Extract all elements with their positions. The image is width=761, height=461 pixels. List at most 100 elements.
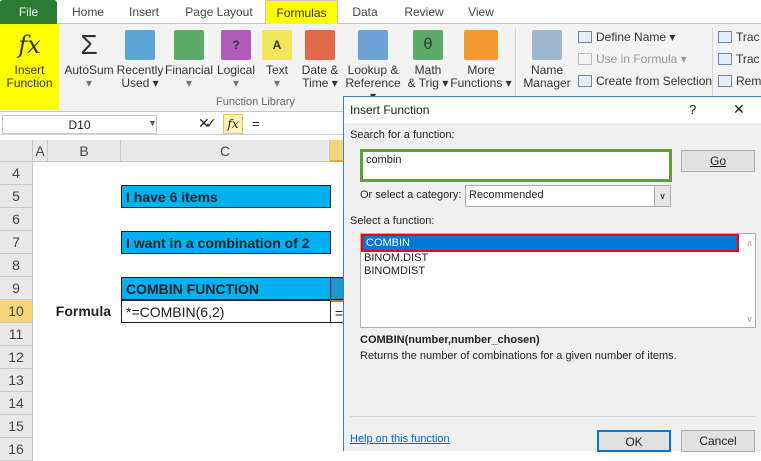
close-icon[interactable]: ✕ — [733, 101, 745, 118]
divider — [712, 28, 713, 104]
create-from-selection-button[interactable]: Create from Selection — [578, 74, 712, 88]
cell-c9[interactable]: COMBIN FUNCTION — [121, 277, 331, 300]
tab-formulas[interactable]: Formulas — [265, 0, 338, 25]
label: Rem — [736, 74, 761, 88]
define-name-button[interactable]: Define Name ▾ — [578, 30, 675, 44]
column-header-c[interactable]: C — [121, 140, 330, 162]
tab-review[interactable]: Review — [398, 0, 450, 24]
math-trig-button[interactable]: θ Math & Trig ▾ — [406, 24, 450, 104]
lookup-book-icon — [358, 30, 388, 60]
column-header-b[interactable]: B — [48, 140, 121, 162]
row-header-11[interactable]: 11 — [0, 323, 33, 346]
scroll-up-icon[interactable]: ∧ — [746, 238, 753, 249]
label: ▾ — [273, 76, 281, 90]
group-label-function-library: Function Library — [216, 96, 295, 108]
formula-bar: D10 ▼ ✕ ✓ fx = — [0, 113, 345, 135]
autosum-button[interactable]: Σ AutoSum ▾ — [64, 24, 114, 104]
label: Use in Formula ▾ — [596, 52, 687, 66]
cell-b10[interactable]: Formula — [48, 300, 121, 323]
label: Time ▾ — [302, 76, 338, 90]
row-header-5[interactable]: 5 — [0, 185, 33, 208]
tab-view[interactable]: View — [458, 0, 504, 24]
date-time-button[interactable]: Date & Time ▾ — [298, 24, 342, 104]
trace-dependents-button[interactable]: Trac — [718, 52, 760, 66]
use-in-formula-button[interactable]: Use in Formula ▾ — [578, 52, 687, 66]
formula-input[interactable]: = — [252, 116, 260, 131]
category-label: Or select a category: — [360, 189, 462, 201]
cell-c7[interactable]: I want in a combination of 2 — [121, 231, 331, 254]
list-item-selected[interactable]: COMBIN — [361, 234, 739, 252]
name-box[interactable]: D10 — [2, 115, 157, 134]
financial-button[interactable]: Financial ▾ — [164, 24, 214, 104]
tab-file[interactable]: File — [0, 0, 57, 24]
ok-button[interactable]: OK — [597, 430, 671, 452]
column-header-a[interactable]: A — [33, 140, 48, 162]
label: Used ▾ — [121, 76, 159, 90]
tab-home[interactable]: Home — [62, 0, 114, 24]
name-manager-button[interactable]: Name Manager — [520, 24, 574, 104]
row-header-14[interactable]: 14 — [0, 392, 33, 415]
books-icon — [464, 30, 498, 60]
row-header-9[interactable]: 9 — [0, 277, 33, 300]
search-label: Search for a function: — [350, 129, 455, 141]
cell-c5[interactable]: I have 6 items — [121, 185, 331, 208]
row-header-4[interactable]: 4 — [0, 162, 33, 185]
check-icon[interactable]: ✓ — [205, 115, 217, 132]
tab-page-layout[interactable]: Page Layout — [178, 0, 260, 24]
help-link[interactable]: Help on this function — [350, 433, 450, 445]
category-select[interactable]: Recommended ∨ — [465, 185, 671, 207]
sigma-icon: Σ — [80, 29, 98, 60]
cell-c10[interactable]: *=COMBIN(6,2) — [121, 300, 331, 323]
list-item[interactable]: BINOMDIST — [361, 265, 755, 278]
insert-function-icon[interactable]: fx — [223, 114, 243, 134]
recently-used-button[interactable]: Recently Used ▾ — [116, 24, 164, 104]
divider — [350, 416, 755, 417]
fx-icon: fx — [18, 31, 41, 59]
list-item[interactable]: BINOM.DIST — [361, 252, 755, 265]
row-header-10[interactable]: 10 — [0, 300, 33, 323]
label: & Trig ▾ — [407, 76, 449, 90]
text-book-icon: A — [262, 30, 292, 60]
select-function-label: Select a function: — [350, 215, 435, 227]
row-header-12[interactable]: 12 — [0, 346, 33, 369]
dialog-title: Insert Function — [350, 103, 430, 117]
ribbon-tabs: File Home Insert Page Layout Formulas Da… — [0, 0, 761, 25]
star-book-icon — [125, 30, 155, 60]
table-icon — [578, 75, 592, 87]
insert-function-dialog: Insert Function ? ✕ Search for a functio… — [343, 96, 761, 452]
function-list[interactable]: COMBIN BINOM.DIST BINOMDIST ∧ ∨ — [360, 233, 756, 328]
trace-icon — [718, 53, 732, 65]
dialog-titlebar: Insert Function — [344, 97, 761, 123]
insert-function-button[interactable]: fx Insert Function — [0, 24, 59, 110]
row-header-8[interactable]: 8 — [0, 254, 33, 277]
label: ▾ — [185, 76, 193, 90]
lookup-reference-button[interactable]: Lookup &Reference ▾ — [344, 24, 402, 104]
trace-precedents-button[interactable]: Trac — [718, 30, 760, 44]
text-button[interactable]: A Text ▾ — [262, 24, 292, 104]
row-header-16[interactable]: 16 — [0, 438, 33, 461]
go-button[interactable]: Go — [681, 150, 755, 172]
row-header-7[interactable]: 7 — [0, 231, 33, 254]
label: Trac — [736, 52, 760, 66]
remove-arrows-button[interactable]: Rem — [718, 74, 761, 88]
logical-button[interactable]: ? Logical ▾ — [214, 24, 258, 104]
tab-data[interactable]: Data — [342, 0, 388, 24]
chevron-down-icon[interactable]: ∨ — [654, 186, 670, 206]
scroll-down-icon[interactable]: ∨ — [746, 314, 753, 325]
category-value: Recommended — [469, 189, 544, 201]
tab-insert[interactable]: Insert — [118, 0, 170, 24]
function-signature: COMBIN(number,number_chosen) — [360, 334, 540, 346]
row-header-15[interactable]: 15 — [0, 415, 33, 438]
financial-book-icon — [174, 30, 204, 60]
function-description: Returns the number of combinations for a… — [360, 350, 677, 362]
logical-book-icon: ? — [221, 30, 251, 60]
chevron-down-icon[interactable]: ▼ — [148, 118, 157, 128]
cancel-button[interactable]: Cancel — [681, 430, 755, 452]
help-button[interactable]: ? — [689, 102, 696, 117]
row-header-13[interactable]: 13 — [0, 369, 33, 392]
search-input[interactable]: combin — [360, 149, 672, 182]
select-all-corner[interactable] — [0, 140, 33, 162]
label: Trac — [736, 30, 760, 44]
row-header-6[interactable]: 6 — [0, 208, 33, 231]
more-functions-button[interactable]: More Functions ▾ — [450, 24, 512, 104]
